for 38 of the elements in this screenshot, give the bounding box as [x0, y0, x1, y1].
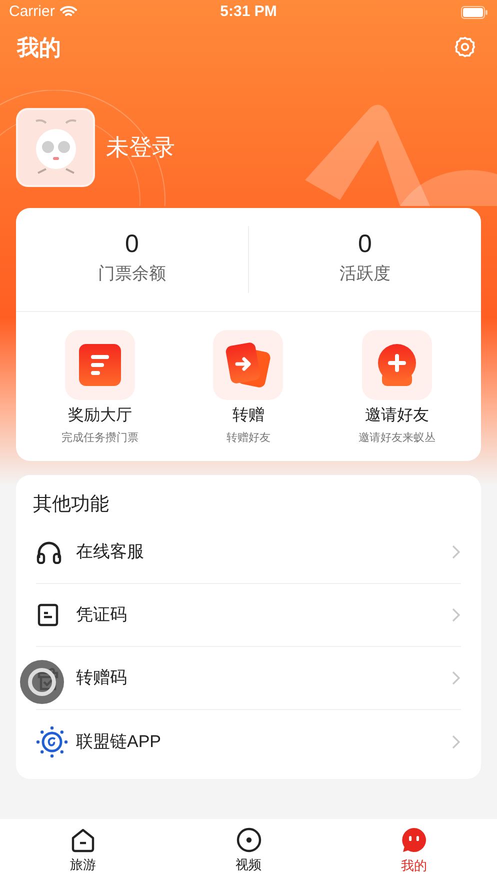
- headset-icon: [36, 540, 62, 564]
- menu-item-label: 联盟链APP: [76, 730, 162, 753]
- stat-value: 0: [358, 232, 372, 258]
- home-icon: [70, 827, 96, 854]
- action-button[interactable]: 邀请好友 邀请好友来蚁丛: [332, 330, 462, 446]
- stat-label: 门票余额: [98, 263, 166, 286]
- tab[interactable]: 旅游: [0, 819, 166, 883]
- action-button[interactable]: 转赠 转赠好友: [183, 330, 314, 446]
- stat-value: 0: [125, 232, 139, 258]
- carrier-text: Carrier: [9, 2, 55, 22]
- assistive-touch-menu[interactable]: [20, 660, 64, 704]
- menu-item[interactable]: 联盟链APP: [36, 710, 461, 773]
- stat-label: 活跃度: [340, 263, 390, 286]
- section-title: 其他功能: [32, 492, 110, 516]
- chevron-icon: [451, 544, 461, 560]
- action-button[interactable]: 奖励大厅 完成任务攒门票: [35, 330, 166, 446]
- menu-item[interactable]: 在线客服: [36, 521, 461, 584]
- status-time: 5:31 PM: [220, 2, 277, 22]
- tab[interactable]: 我的: [331, 819, 497, 883]
- battery-icon: [461, 6, 488, 18]
- chevron-icon: [451, 670, 461, 686]
- list-icon: [77, 342, 124, 388]
- chevron-icon: [451, 734, 461, 750]
- card-arrow-icon: [224, 342, 272, 388]
- document-icon: [36, 603, 60, 627]
- page-title: 我的: [17, 34, 61, 62]
- wifi-icon: [60, 6, 77, 18]
- menu-item[interactable]: 凭证码: [36, 584, 461, 647]
- spiral-badge-icon: [36, 726, 68, 758]
- tab[interactable]: 视频: [166, 819, 332, 883]
- chevron-icon: [451, 607, 461, 623]
- menu-item-label: 转赠码: [76, 667, 128, 690]
- menu-item-label: 凭证码: [76, 604, 128, 626]
- chat-face-icon: [400, 826, 428, 854]
- menu-item-label: 在线客服: [76, 541, 145, 564]
- settings-icon: [454, 36, 476, 58]
- play-circle-icon: [236, 827, 262, 854]
- avatar[interactable]: [16, 108, 95, 187]
